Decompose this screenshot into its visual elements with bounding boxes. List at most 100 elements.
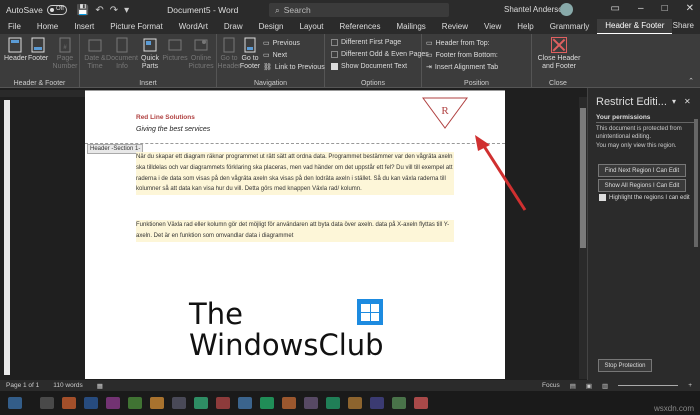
taskbar-app-icon[interactable]	[304, 397, 318, 409]
header-from-top-field[interactable]: ▭ Header from Top:	[426, 39, 490, 48]
close-icon[interactable]: ✕	[686, 3, 694, 14]
taskbar-app-icon[interactable]	[150, 397, 164, 409]
word-count[interactable]: 110 words	[53, 382, 83, 389]
go-to-header-button[interactable]: Go to Header	[218, 37, 241, 71]
page-number-button[interactable]: # Page Number	[53, 37, 77, 71]
tab-insert[interactable]: Insert	[66, 20, 102, 34]
tab-picture-format[interactable]: Picture Format	[102, 20, 170, 34]
taskbar-app-icon[interactable]	[40, 397, 54, 409]
window-controls: ▭ – □ ✕	[611, 3, 694, 14]
close-red-icon	[551, 37, 567, 53]
undo-icon[interactable]: ↶	[95, 5, 103, 16]
body-paragraph[interactable]: Funktionen Växla rad eller kolumn gör de…	[136, 220, 454, 242]
tab-file[interactable]: File	[0, 20, 29, 34]
tab-mailings[interactable]: Mailings	[388, 20, 433, 34]
header-icon	[8, 37, 22, 53]
next-button[interactable]: ▭ Next	[263, 51, 287, 60]
avatar[interactable]	[560, 3, 573, 16]
online-pictures-button[interactable]: Online Pictures	[188, 37, 214, 71]
document-info-button[interactable]: Document Info	[106, 37, 138, 71]
close-header-footer-button[interactable]: Close Header and Footer	[536, 37, 582, 71]
search-box[interactable]: ⌕ Search	[269, 3, 449, 17]
scrollbar-thumb[interactable]	[580, 108, 586, 248]
start-icon[interactable]	[8, 397, 22, 409]
footer-from-bottom-field[interactable]: ▭ Footer from Bottom:	[426, 51, 498, 60]
autosave-toggle[interactable]: Off	[46, 5, 67, 15]
share-button[interactable]: Share	[673, 21, 694, 30]
different-odd-even-checkbox[interactable]: Different Odd & Even Pages	[331, 51, 429, 58]
company-tagline[interactable]: Giving the best services	[136, 126, 210, 133]
taskbar-app-icon[interactable]	[62, 397, 76, 409]
taskbar-app-icon[interactable]	[392, 397, 406, 409]
web-layout-icon[interactable]: ▥	[602, 382, 608, 390]
link-to-previous-button[interactable]: ⛓ Link to Previous	[263, 63, 325, 72]
taskbar-app-icon[interactable]	[238, 397, 252, 409]
body-paragraph[interactable]: När du skapar ett diagram räknar program…	[136, 152, 454, 196]
chevron-down-icon[interactable]: ▾	[672, 97, 676, 106]
zoom-slider[interactable]	[618, 385, 679, 386]
company-name[interactable]: Red Line Solutions	[136, 114, 195, 121]
tab-design[interactable]: Design	[251, 20, 292, 34]
taskbar-app-icon[interactable]	[282, 397, 296, 409]
redo-icon[interactable]: ↷	[110, 5, 118, 16]
focus-button[interactable]: Focus	[542, 382, 560, 389]
taskbar	[0, 391, 700, 415]
date-time-button[interactable]: Date & Time	[84, 37, 106, 71]
find-next-region-button[interactable]: Find Next Region I Can Edit	[598, 164, 686, 177]
customize-icon[interactable]: ▾	[124, 5, 129, 16]
taskbar-app-icon[interactable]	[260, 397, 274, 409]
taskbar-app-icon[interactable]	[216, 397, 230, 409]
pictures-button[interactable]: Pictures	[162, 37, 188, 63]
quick-parts-button[interactable]: Quick Parts	[138, 37, 162, 71]
collapse-ribbon-icon[interactable]: ⌃	[688, 77, 694, 85]
tab-draw[interactable]: Draw	[216, 20, 251, 34]
different-first-page-checkbox[interactable]: Different First Page	[331, 39, 401, 46]
pane-scrollbar[interactable]	[694, 119, 698, 247]
taskbar-app-icon[interactable]	[84, 397, 98, 409]
header-button[interactable]: Header	[4, 37, 27, 63]
document-info-icon	[116, 37, 128, 53]
tab-help[interactable]: Help	[509, 20, 541, 34]
tab-review[interactable]: Review	[434, 20, 476, 34]
show-document-text-checkbox[interactable]: Show Document Text	[331, 63, 407, 70]
maximize-icon[interactable]: □	[662, 3, 668, 14]
show-all-regions-button[interactable]: Show All Regions I Can Edit	[598, 179, 686, 192]
taskbar-app-icon[interactable]	[326, 397, 340, 409]
zoom-in-button[interactable]: +	[688, 382, 692, 389]
taskbar-app-icon[interactable]	[128, 397, 142, 409]
taskbar-app-icon[interactable]	[370, 397, 384, 409]
highlight-regions-checkbox[interactable]: Highlight the regions I can edit	[599, 194, 690, 201]
read-mode-icon[interactable]: ▤	[570, 382, 576, 390]
user-name[interactable]: Shantel Anderson	[504, 5, 567, 14]
tab-grammarly[interactable]: Grammarly	[542, 20, 598, 34]
tab-wordart[interactable]: WordArt	[171, 20, 216, 34]
print-layout-icon[interactable]: ▣	[586, 382, 592, 390]
taskbar-app-icon[interactable]	[194, 397, 208, 409]
stop-protection-button[interactable]: Stop Protection	[598, 359, 652, 372]
save-icon[interactable]: 💾	[77, 5, 89, 16]
ribbon-display-icon[interactable]: ▭	[611, 3, 620, 14]
proofing-icon[interactable]: ▦	[97, 382, 103, 390]
autosave[interactable]: AutoSave Off	[6, 5, 67, 15]
vertical-ruler[interactable]	[4, 100, 10, 375]
divider	[596, 122, 694, 123]
taskbar-app-icon[interactable]	[106, 397, 120, 409]
close-icon[interactable]: ✕	[684, 97, 691, 106]
horizontal-ruler[interactable]	[85, 90, 505, 97]
tab-references[interactable]: References	[332, 20, 389, 34]
tab-home[interactable]: Home	[29, 20, 66, 34]
page-count[interactable]: Page 1 of 1	[6, 382, 39, 389]
tab-view[interactable]: View	[476, 20, 509, 34]
document-page[interactable]: Red Line Solutions Giving the best servi…	[85, 97, 505, 379]
go-to-footer-button[interactable]: Go to Footer	[240, 37, 260, 71]
taskbar-app-icon[interactable]	[172, 397, 186, 409]
annotation-arrow	[475, 135, 527, 211]
footer-button[interactable]: Footer	[28, 37, 48, 63]
previous-button[interactable]: ▭ Previous	[263, 39, 300, 48]
insert-alignment-tab-button[interactable]: ⇥ Insert Alignment Tab	[426, 63, 498, 72]
tab-layout[interactable]: Layout	[292, 20, 332, 34]
taskbar-app-icon[interactable]	[348, 397, 362, 409]
taskbar-app-icon[interactable]	[414, 397, 428, 409]
minimize-icon[interactable]: –	[638, 3, 644, 14]
tab-header-footer[interactable]: Header & Footer	[597, 19, 673, 35]
